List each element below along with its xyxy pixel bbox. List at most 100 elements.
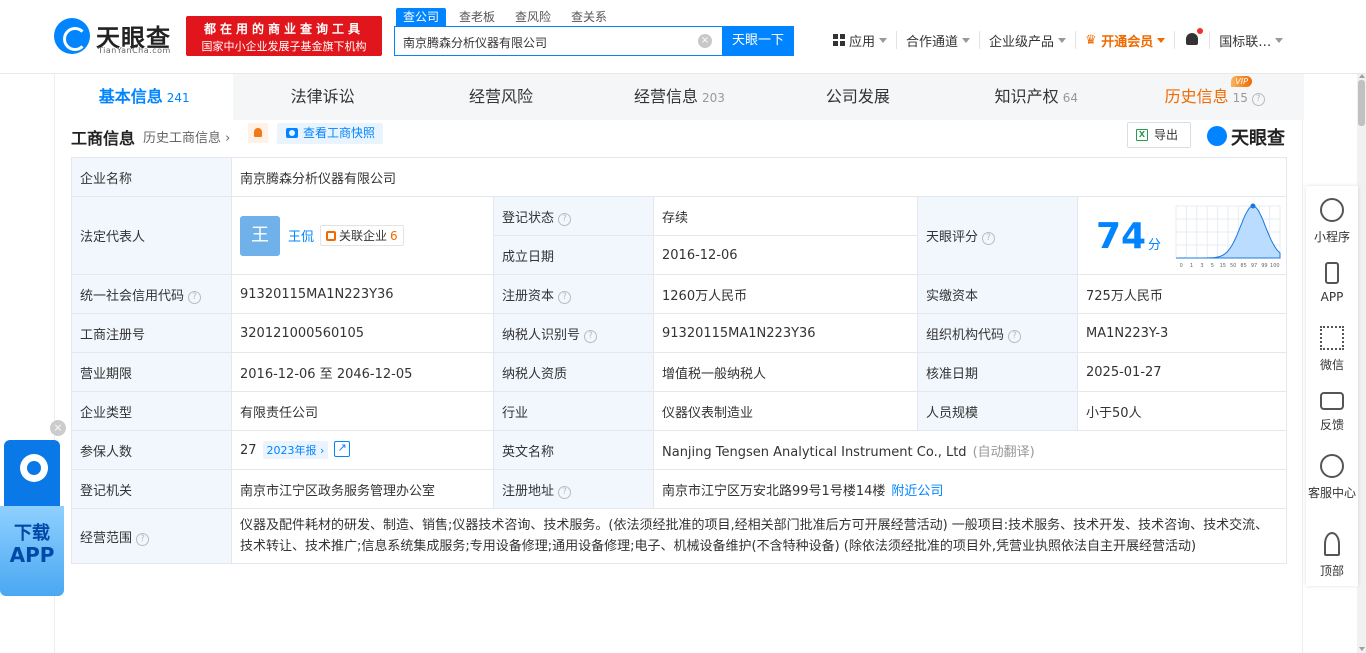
tab-risk[interactable]: 经营风险	[412, 74, 590, 120]
chart-tick-label: 50	[1230, 263, 1236, 269]
mini-program-button[interactable]: 小程序	[1306, 198, 1358, 245]
table-row: 登记机关 南京市江宁区政务服务管理办公室 注册地址? 南京市江宁区万安北路99号…	[71, 469, 1287, 509]
download-app-float[interactable]: × 下载 APP	[0, 420, 68, 600]
tool-label: 微信	[1319, 358, 1344, 372]
site-logo[interactable]: 天眼查 TianYanCha.com	[54, 16, 182, 58]
export-button[interactable]: X 导出	[1127, 122, 1191, 148]
reg-status-label: 登记状态?	[493, 196, 654, 236]
search-tab-boss[interactable]: 查老板	[452, 8, 502, 26]
tab-label: 经营风险	[469, 87, 534, 106]
table-row: 工商注册号 320121000560105 纳税人识别号? 91320115MA…	[71, 313, 1287, 353]
help-icon[interactable]: ?	[558, 485, 572, 499]
search-button[interactable]: 天眼一下	[722, 26, 794, 56]
slogan-line1: 都在用的商业查询工具	[203, 22, 364, 36]
industry-label: 行业	[493, 391, 654, 431]
wechat-button[interactable]: 微信	[1306, 326, 1358, 373]
help-icon[interactable]: ?	[1008, 329, 1022, 343]
download-banner[interactable]: 下载 APP	[0, 506, 64, 596]
nav-apps[interactable]: 应用	[824, 31, 898, 50]
logo-icon	[54, 18, 90, 54]
table-row: 参保人数 27 2023年报 › 英文名称 Nanjing Tengsen Ana…	[71, 430, 1287, 470]
tab-label: 基本信息	[98, 87, 163, 106]
help-icon[interactable]: ?	[558, 290, 572, 304]
related-icon	[326, 231, 337, 241]
related-count: 6	[390, 229, 398, 243]
nav-vip[interactable]: ♛ 开通会员	[1076, 31, 1176, 50]
tab-operations[interactable]: 经营信息 203	[590, 74, 768, 120]
tool-label: 小程序	[1313, 230, 1350, 244]
help-icon[interactable]: ?	[558, 212, 572, 226]
scroll-thumb[interactable]	[1358, 80, 1365, 126]
clear-icon[interactable]: ×	[698, 34, 712, 48]
monitor-bell-icon[interactable]	[248, 123, 268, 143]
english-name: Nanjing Tengsen Analytical Instrument Co…	[662, 444, 967, 460]
credit-code-label-text: 统一社会信用代码	[80, 288, 185, 304]
phone-icon	[1325, 262, 1339, 284]
credit-code-label: 统一社会信用代码?	[71, 274, 232, 314]
authority: 南京市江宁区政务服务管理办公室	[231, 469, 494, 509]
search-input-value: 南京腾森分析仪器有限公司	[403, 36, 548, 50]
insured-label: 参保人数	[71, 430, 232, 470]
score-value: 74	[1096, 215, 1147, 257]
slogan-banner: 都在用的商业查询工具 国家中小企业发展子基金旗下机构	[186, 16, 382, 56]
tab-count: 241	[166, 91, 190, 105]
org-code: MA1N223Y-3	[1077, 313, 1287, 353]
help-icon[interactable]: ?	[584, 329, 598, 343]
search-tab-company[interactable]: 查公司	[396, 8, 447, 26]
search-tab-relation[interactable]: 查关系	[564, 8, 614, 26]
nav-channel[interactable]: 合作通道	[897, 31, 981, 50]
chevron-down-icon	[1275, 37, 1284, 43]
chart-tick-label: 85	[1240, 263, 1246, 269]
help-icon[interactable]: ?	[982, 232, 996, 245]
avatar[interactable]: 王	[240, 215, 280, 256]
user-menu[interactable]: 国标联…	[1210, 31, 1292, 50]
tab-label: 法律诉讼	[290, 87, 355, 106]
close-icon[interactable]: ×	[50, 420, 66, 436]
app-button[interactable]: APP	[1306, 262, 1358, 304]
search-tab-risk[interactable]: 查风险	[508, 8, 558, 26]
snapshot-button[interactable]: 查看工商快照	[277, 123, 384, 144]
back-to-top-button[interactable]: 顶部	[1306, 532, 1358, 579]
taxpayer-id-label: 纳税人识别号?	[493, 313, 654, 353]
trend-chart-icon[interactable]	[334, 441, 351, 457]
tab-ip[interactable]: 知识产权 64	[947, 74, 1125, 120]
history-link[interactable]: 历史工商信息 ›	[143, 127, 230, 146]
related-companies-button[interactable]: 关联企业 6	[320, 225, 404, 246]
score-label: 天眼评分?	[917, 196, 1078, 275]
reg-status-label-text: 登记状态	[502, 210, 555, 226]
help-icon[interactable]: ?	[1251, 93, 1265, 106]
help-icon[interactable]: ?	[188, 290, 202, 304]
rocket-icon	[1324, 532, 1340, 556]
nav-channel-label: 合作通道	[906, 34, 959, 50]
tab-development[interactable]: 公司发展	[769, 74, 947, 120]
nav-enterprise-label: 企业级产品	[989, 34, 1055, 50]
nav-enterprise[interactable]: 企业级产品	[980, 31, 1077, 50]
term-label: 营业期限	[71, 352, 232, 392]
reg-capital-label-text: 注册资本	[502, 288, 555, 304]
brand-watermark: 天眼查	[1207, 124, 1285, 150]
score-unit: 分	[1148, 237, 1162, 253]
camera-icon	[286, 128, 298, 138]
page-scrollbar[interactable]	[1357, 74, 1366, 653]
legal-rep-name[interactable]: 王侃	[288, 226, 314, 245]
tool-label: 顶部	[1319, 564, 1344, 578]
nearby-companies-link[interactable]: 附近公司	[891, 484, 943, 499]
nav-vip-label: 开通会员	[1101, 34, 1154, 50]
scroll-down-arrow[interactable]	[1359, 647, 1365, 651]
staff-label: 人员规模	[917, 391, 1078, 431]
feedback-button[interactable]: 反馈	[1306, 392, 1358, 433]
company-type: 有限责任公司	[231, 391, 494, 431]
help-icon[interactable]: ?	[136, 532, 150, 546]
chart-tick-label: 100	[1270, 263, 1280, 269]
annual-report-tag[interactable]: 2023年报 ›	[262, 441, 329, 459]
tab-basic-info[interactable]: 基本信息 241	[55, 74, 234, 120]
customer-service-button[interactable]: 客服中心	[1306, 454, 1358, 501]
bell-icon	[1184, 28, 1204, 48]
tab-history[interactable]: 历史信息 15? VIP	[1126, 74, 1304, 120]
type-label: 企业类型	[71, 391, 232, 431]
scroll-up-arrow[interactable]	[1359, 74, 1365, 78]
search-input[interactable]: 南京腾森分析仪器有限公司 ×	[394, 26, 722, 56]
score-cell[interactable]: 74 分 0 1 3 5 15 50 85 97 99 100	[1077, 196, 1287, 275]
tab-lawsuits[interactable]: 法律诉讼	[233, 74, 411, 120]
notifications[interactable]	[1175, 28, 1211, 49]
